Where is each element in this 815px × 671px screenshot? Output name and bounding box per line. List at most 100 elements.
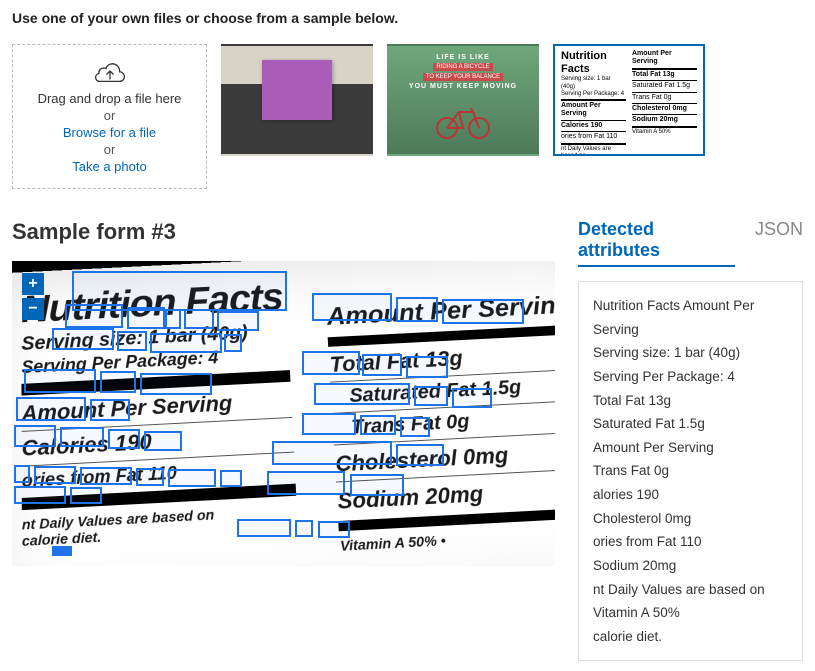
detection-box <box>312 293 392 321</box>
detection-box <box>442 299 524 324</box>
detection-box <box>267 471 345 495</box>
samples-row: Drag and drop a file here or Browse for … <box>12 44 803 189</box>
detection-box <box>14 486 66 504</box>
detection-box <box>314 383 410 405</box>
detection-box <box>70 487 102 504</box>
or-text: or <box>104 108 116 123</box>
detection-box <box>224 334 242 352</box>
sample-thumb-3[interactable]: Nutrition Facts Serving size: 1 bar (40g… <box>553 44 705 156</box>
file-dropzone[interactable]: Drag and drop a file here or Browse for … <box>12 44 207 189</box>
detection-box <box>302 351 360 375</box>
detection-box <box>272 441 392 465</box>
sample2-line: RIDING A BICYCLE <box>433 63 492 71</box>
result-line: Serving Per Package: 4 <box>593 365 788 389</box>
detection-box <box>318 521 350 538</box>
detection-box <box>362 354 402 376</box>
sample2-line: TO KEEP YOUR BALANCE <box>423 73 503 81</box>
take-photo-link[interactable]: Take a photo <box>72 159 146 174</box>
result-line: Serving size: 1 bar (40g) <box>593 341 788 365</box>
result-line: ories from Fat 110 <box>593 530 788 554</box>
zoom-out-button[interactable]: − <box>22 298 44 320</box>
detection-box <box>217 311 259 331</box>
result-line: Trans Fat 0g <box>593 459 788 483</box>
thumb-text: nt Daily Values are based on <box>561 146 626 157</box>
detection-box <box>165 309 181 329</box>
thumb-text: Serving Per Package: 4 <box>561 91 626 98</box>
result-line: nt Daily Values are based on <box>593 578 788 602</box>
detection-box <box>406 356 448 378</box>
sample-title: Sample form #3 <box>12 219 558 245</box>
detection-box <box>237 519 291 537</box>
detection-box <box>52 328 114 350</box>
image-viewer[interactable]: + − Nutrition Facts Serving size: 1 bar … <box>12 261 555 566</box>
thumb-text: Saturated Fat 1.5g <box>632 82 697 90</box>
detection-box <box>34 466 76 484</box>
detection-box <box>396 444 444 466</box>
detection-box <box>24 369 96 393</box>
purple-note <box>262 60 332 120</box>
or-text-2: or <box>104 142 116 157</box>
result-line: Vitamin A 50% <box>593 601 788 625</box>
detection-box <box>295 520 313 537</box>
thumb-text: Total Fat 13g <box>632 71 697 79</box>
thumb-text: Amount Per Serving <box>632 50 697 67</box>
thumb-text: Cholesterol 0mg <box>632 105 697 113</box>
result-line: Cholesterol 0mg <box>593 507 788 531</box>
detection-box <box>136 468 164 486</box>
thumb-text: Amount Per Serving <box>561 102 626 119</box>
detection-box <box>360 415 396 435</box>
thumb-text: Nutrition Facts <box>561 50 626 76</box>
sample2-line: YOU MUST KEEP MOVING <box>409 83 517 90</box>
thumb-text: Trans Fat 0g <box>632 94 697 102</box>
thumb-text: Vitamin A 50% <box>632 129 697 136</box>
detection-box <box>150 333 222 353</box>
drag-text: Drag and drop a file here <box>38 91 182 106</box>
result-line: alories 190 <box>593 483 788 507</box>
detection-box <box>127 307 165 329</box>
zoom-in-button[interactable]: + <box>22 273 44 295</box>
thumb-text: Calories 190 <box>561 122 626 130</box>
detection-box <box>168 469 216 487</box>
detection-box <box>396 297 438 322</box>
detection-box <box>302 413 356 435</box>
result-line: Nutrition Facts Amount Per Serving <box>593 294 788 341</box>
detection-box <box>400 417 430 437</box>
detection-box <box>14 425 56 447</box>
result-line: Sodium 20mg <box>593 554 788 578</box>
detection-box <box>140 373 212 395</box>
detection-box <box>144 431 182 451</box>
detection-box <box>108 429 140 449</box>
detection-box <box>452 388 492 408</box>
instruction-text: Use one of your own files or choose from… <box>12 10 803 26</box>
minimap-indicator <box>52 546 72 556</box>
tab-json[interactable]: JSON <box>755 219 803 244</box>
detection-box <box>90 399 130 421</box>
cloud-upload-icon <box>94 59 126 83</box>
results-panel: Nutrition Facts Amount Per Serving Servi… <box>578 281 803 661</box>
detection-box <box>14 465 30 483</box>
detection-box <box>350 474 404 496</box>
detection-box <box>414 386 448 406</box>
bicycle-icon <box>433 100 493 140</box>
detection-box <box>80 467 132 485</box>
thumb-text: ories from Fat 110 <box>561 133 626 141</box>
sample2-line: LIFE IS LIKE <box>436 54 490 61</box>
detection-box <box>220 470 242 487</box>
result-line: Total Fat 13g <box>593 389 788 413</box>
detection-box <box>100 371 136 393</box>
result-line: calorie diet. <box>593 625 788 649</box>
tab-detected-attributes[interactable]: Detected attributes <box>578 219 735 267</box>
detection-box <box>184 309 214 329</box>
thumb-text: Sodium 20mg <box>632 116 697 124</box>
detection-box <box>16 397 86 421</box>
result-line: Amount Per Serving <box>593 436 788 460</box>
sample-thumb-2[interactable]: LIFE IS LIKE RIDING A BICYCLE TO KEEP YO… <box>387 44 539 156</box>
result-tabs: Detected attributes JSON <box>578 219 803 267</box>
sample-thumb-1[interactable] <box>221 44 373 156</box>
detection-box <box>65 304 123 328</box>
detection-box <box>60 427 104 447</box>
detection-box <box>117 331 147 351</box>
browse-link[interactable]: Browse for a file <box>63 125 156 140</box>
thumb-text: Serving size: 1 bar (40g) <box>561 76 626 90</box>
result-line: Saturated Fat 1.5g <box>593 412 788 436</box>
